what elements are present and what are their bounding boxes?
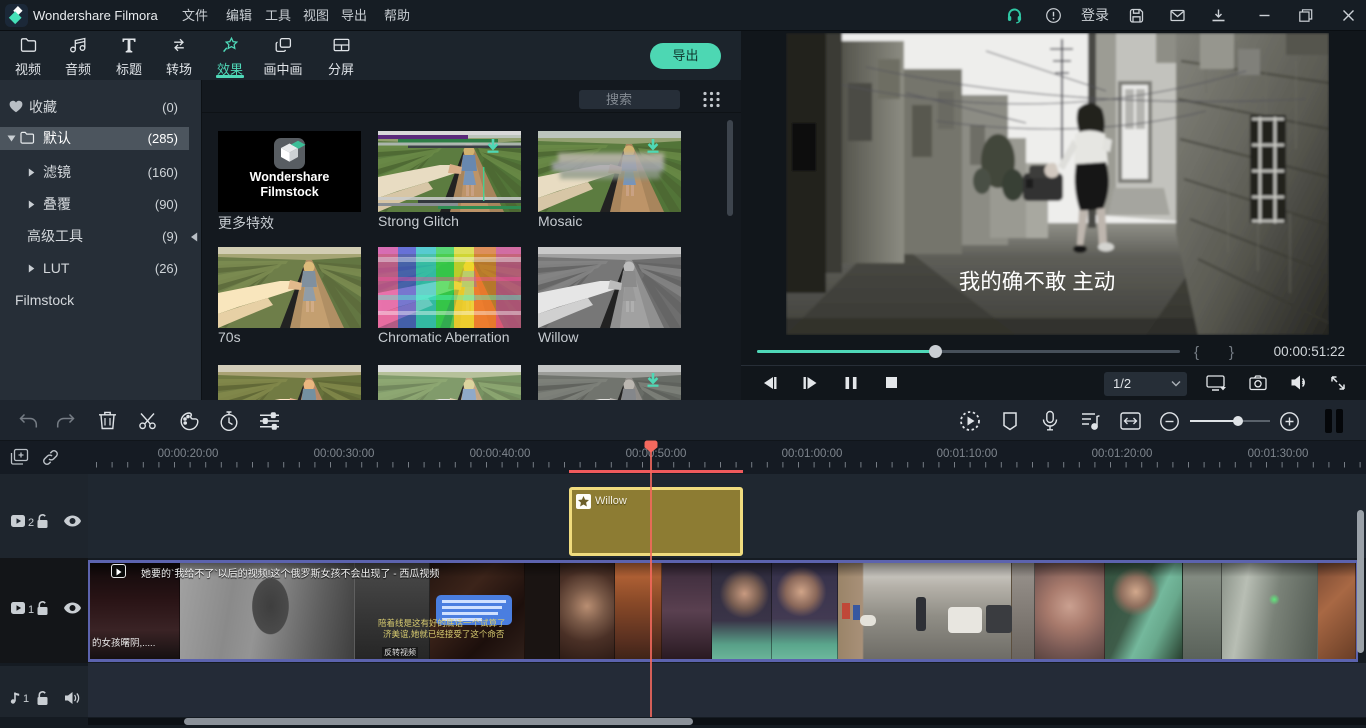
svg-text:我的确不敢 主动: 我的确不敢 主动 bbox=[959, 270, 1115, 294]
svg-text:Filmstock: Filmstock bbox=[260, 185, 318, 199]
svg-text:2: 2 bbox=[28, 517, 34, 529]
svg-text:1: 1 bbox=[28, 604, 34, 616]
svg-text:1: 1 bbox=[23, 693, 29, 705]
svg-text:Wondershare: Wondershare bbox=[250, 170, 330, 184]
